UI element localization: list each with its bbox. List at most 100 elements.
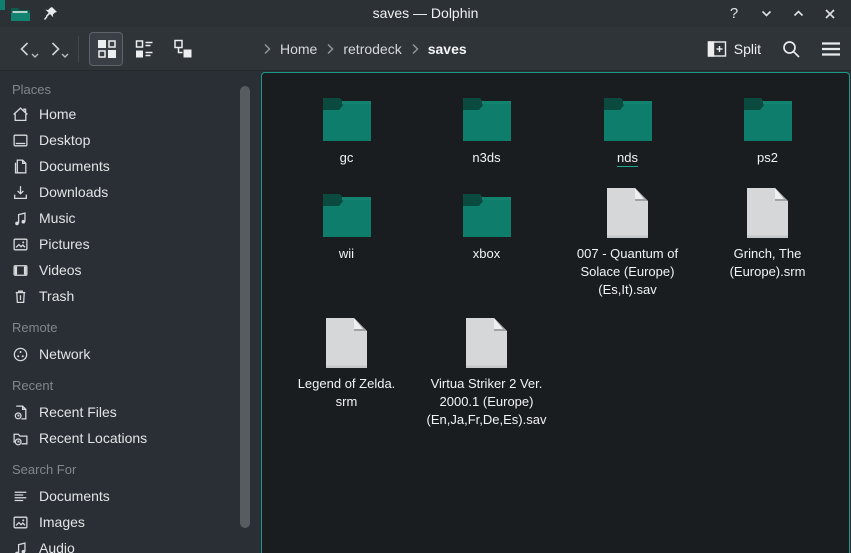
compact-view-button[interactable]: [127, 32, 161, 66]
file-item-grinch-the[interactable]: Grinch, The (Europe).srm: [697, 184, 838, 281]
split-button[interactable]: Split: [707, 40, 761, 58]
folder-item-ps2[interactable]: ps2: [697, 88, 838, 167]
file-label: n3ds: [472, 149, 500, 167]
minimize-button[interactable]: [755, 3, 777, 25]
sidebar-item-trash[interactable]: Trash: [0, 283, 261, 309]
folder-app-icon: [10, 6, 31, 22]
file-item-virtua-striker-2[interactable]: Virtua Striker 2 Ver. 2000.1 (Europe) (E…: [416, 314, 557, 429]
sidebar-item-search-documents[interactable]: Documents: [0, 483, 261, 509]
sidebar-item-label: Trash: [39, 288, 74, 304]
desktop-icon: [12, 132, 29, 149]
pin-icon: [43, 6, 58, 21]
sidebar-item-label: Recent Locations: [39, 430, 147, 446]
section-header-remote: Remote: [0, 315, 261, 341]
sidebar-item-search-audio[interactable]: Audio: [0, 535, 261, 553]
folder-item-n3ds[interactable]: n3ds: [416, 88, 557, 167]
file-icon: [605, 184, 650, 242]
sidebar-item-home[interactable]: Home: [0, 101, 261, 127]
recent-folder-icon: [12, 430, 29, 447]
file-label: xbox: [473, 245, 500, 263]
search-button[interactable]: [781, 39, 801, 59]
dolphin-window: saves — Dolphin ?: [0, 0, 851, 553]
file-icon: [324, 314, 369, 372]
titlebar: saves — Dolphin ?: [0, 0, 851, 27]
sidebar-item-recent-files[interactable]: Recent Files: [0, 399, 261, 425]
folder-icon: [319, 88, 375, 146]
image-icon: [12, 236, 29, 253]
close-icon: [824, 8, 836, 20]
sidebar-item-pictures[interactable]: Pictures: [0, 231, 261, 257]
details-view-button[interactable]: [165, 32, 199, 66]
sidebar-item-label: Home: [39, 106, 76, 122]
file-label: 007 - Quantum of Solace (Europe) (Es,It)…: [577, 245, 678, 299]
trash-icon: [12, 288, 29, 305]
split-button-label: Split: [734, 41, 761, 57]
menu-button[interactable]: [821, 41, 841, 57]
file-label: nds: [617, 149, 638, 167]
folder-icon: [459, 88, 515, 146]
file-label: Grinch, The (Europe).srm: [730, 245, 806, 281]
folder-icon: [740, 88, 796, 146]
file-view: gc n3ds nds ps2 wii: [261, 72, 850, 553]
back-button[interactable]: [10, 33, 40, 65]
sidebar-item-search-images[interactable]: Images: [0, 509, 261, 535]
music-note-icon: [12, 540, 29, 553]
file-label: Legend of Zelda. srm: [298, 375, 396, 411]
places-panel: Places Home Desktop Documents Downloads …: [0, 71, 261, 553]
breadcrumb-home[interactable]: Home: [280, 41, 317, 57]
sidebar-item-desktop[interactable]: Desktop: [0, 127, 261, 153]
details-tree-view-icon: [172, 38, 193, 59]
folder-item-xbox[interactable]: xbox: [416, 184, 557, 263]
section-header-places: Places: [0, 79, 261, 101]
file-icon: [745, 184, 790, 242]
split-view-icon: [707, 40, 727, 58]
file-item-legend-of-zelda[interactable]: Legend of Zelda. srm: [276, 314, 417, 411]
home-icon: [12, 106, 29, 123]
folder-item-nds[interactable]: nds: [557, 88, 698, 167]
file-label: gc: [340, 149, 354, 167]
sidebar-item-label: Desktop: [39, 132, 90, 148]
download-icon: [12, 184, 29, 201]
sidebar-item-videos[interactable]: Videos: [0, 257, 261, 283]
file-label: ps2: [757, 149, 778, 167]
folder-icon: [600, 88, 656, 146]
chevron-right-icon: [326, 43, 334, 55]
sidebar-item-documents[interactable]: Documents: [0, 153, 261, 179]
file-label: Virtua Striker 2 Ver. 2000.1 (Europe) (E…: [427, 375, 547, 429]
network-icon: [12, 346, 29, 363]
help-button[interactable]: ?: [723, 3, 745, 25]
back-history-caret-icon: [31, 45, 39, 63]
search-icon: [781, 39, 801, 59]
breadcrumb: Home retrodeck saves: [263, 27, 467, 71]
forward-button[interactable]: [40, 33, 70, 65]
screen-corner-fragment: [0, 0, 5, 10]
breadcrumb-retrodeck[interactable]: retrodeck: [343, 41, 401, 57]
text-lines-icon: [12, 488, 29, 505]
file-label: wii: [339, 245, 354, 263]
sidebar-item-label: Documents: [39, 158, 110, 174]
sidebar-item-label: Network: [39, 346, 90, 362]
sidebar-item-music[interactable]: Music: [0, 205, 261, 231]
folder-icon: [319, 184, 375, 242]
sidebar-item-downloads[interactable]: Downloads: [0, 179, 261, 205]
chevron-right-icon: [263, 43, 271, 55]
icons-view-button[interactable]: [89, 32, 123, 66]
breadcrumb-saves[interactable]: saves: [428, 41, 467, 57]
close-button[interactable]: [819, 3, 841, 25]
sidebar-item-label: Pictures: [39, 236, 90, 252]
folder-item-gc[interactable]: gc: [276, 88, 417, 167]
maximize-button[interactable]: [787, 3, 809, 25]
film-icon: [12, 262, 29, 279]
compact-view-icon: [134, 38, 155, 59]
hamburger-menu-icon: [821, 41, 841, 57]
sidebar-item-label: Audio: [39, 540, 75, 553]
forward-history-caret-icon: [61, 45, 69, 63]
file-item-007-quantum-of-solace[interactable]: 007 - Quantum of Solace (Europe) (Es,It)…: [557, 184, 698, 299]
sidebar-item-recent-locations[interactable]: Recent Locations: [0, 425, 261, 451]
folder-item-wii[interactable]: wii: [276, 184, 417, 263]
document-icon: [12, 158, 29, 175]
sidebar-item-network[interactable]: Network: [0, 341, 261, 367]
sidebar-item-label: Recent Files: [39, 404, 117, 420]
sidebar-scrollbar[interactable]: [240, 86, 250, 528]
image-icon: [12, 514, 29, 531]
